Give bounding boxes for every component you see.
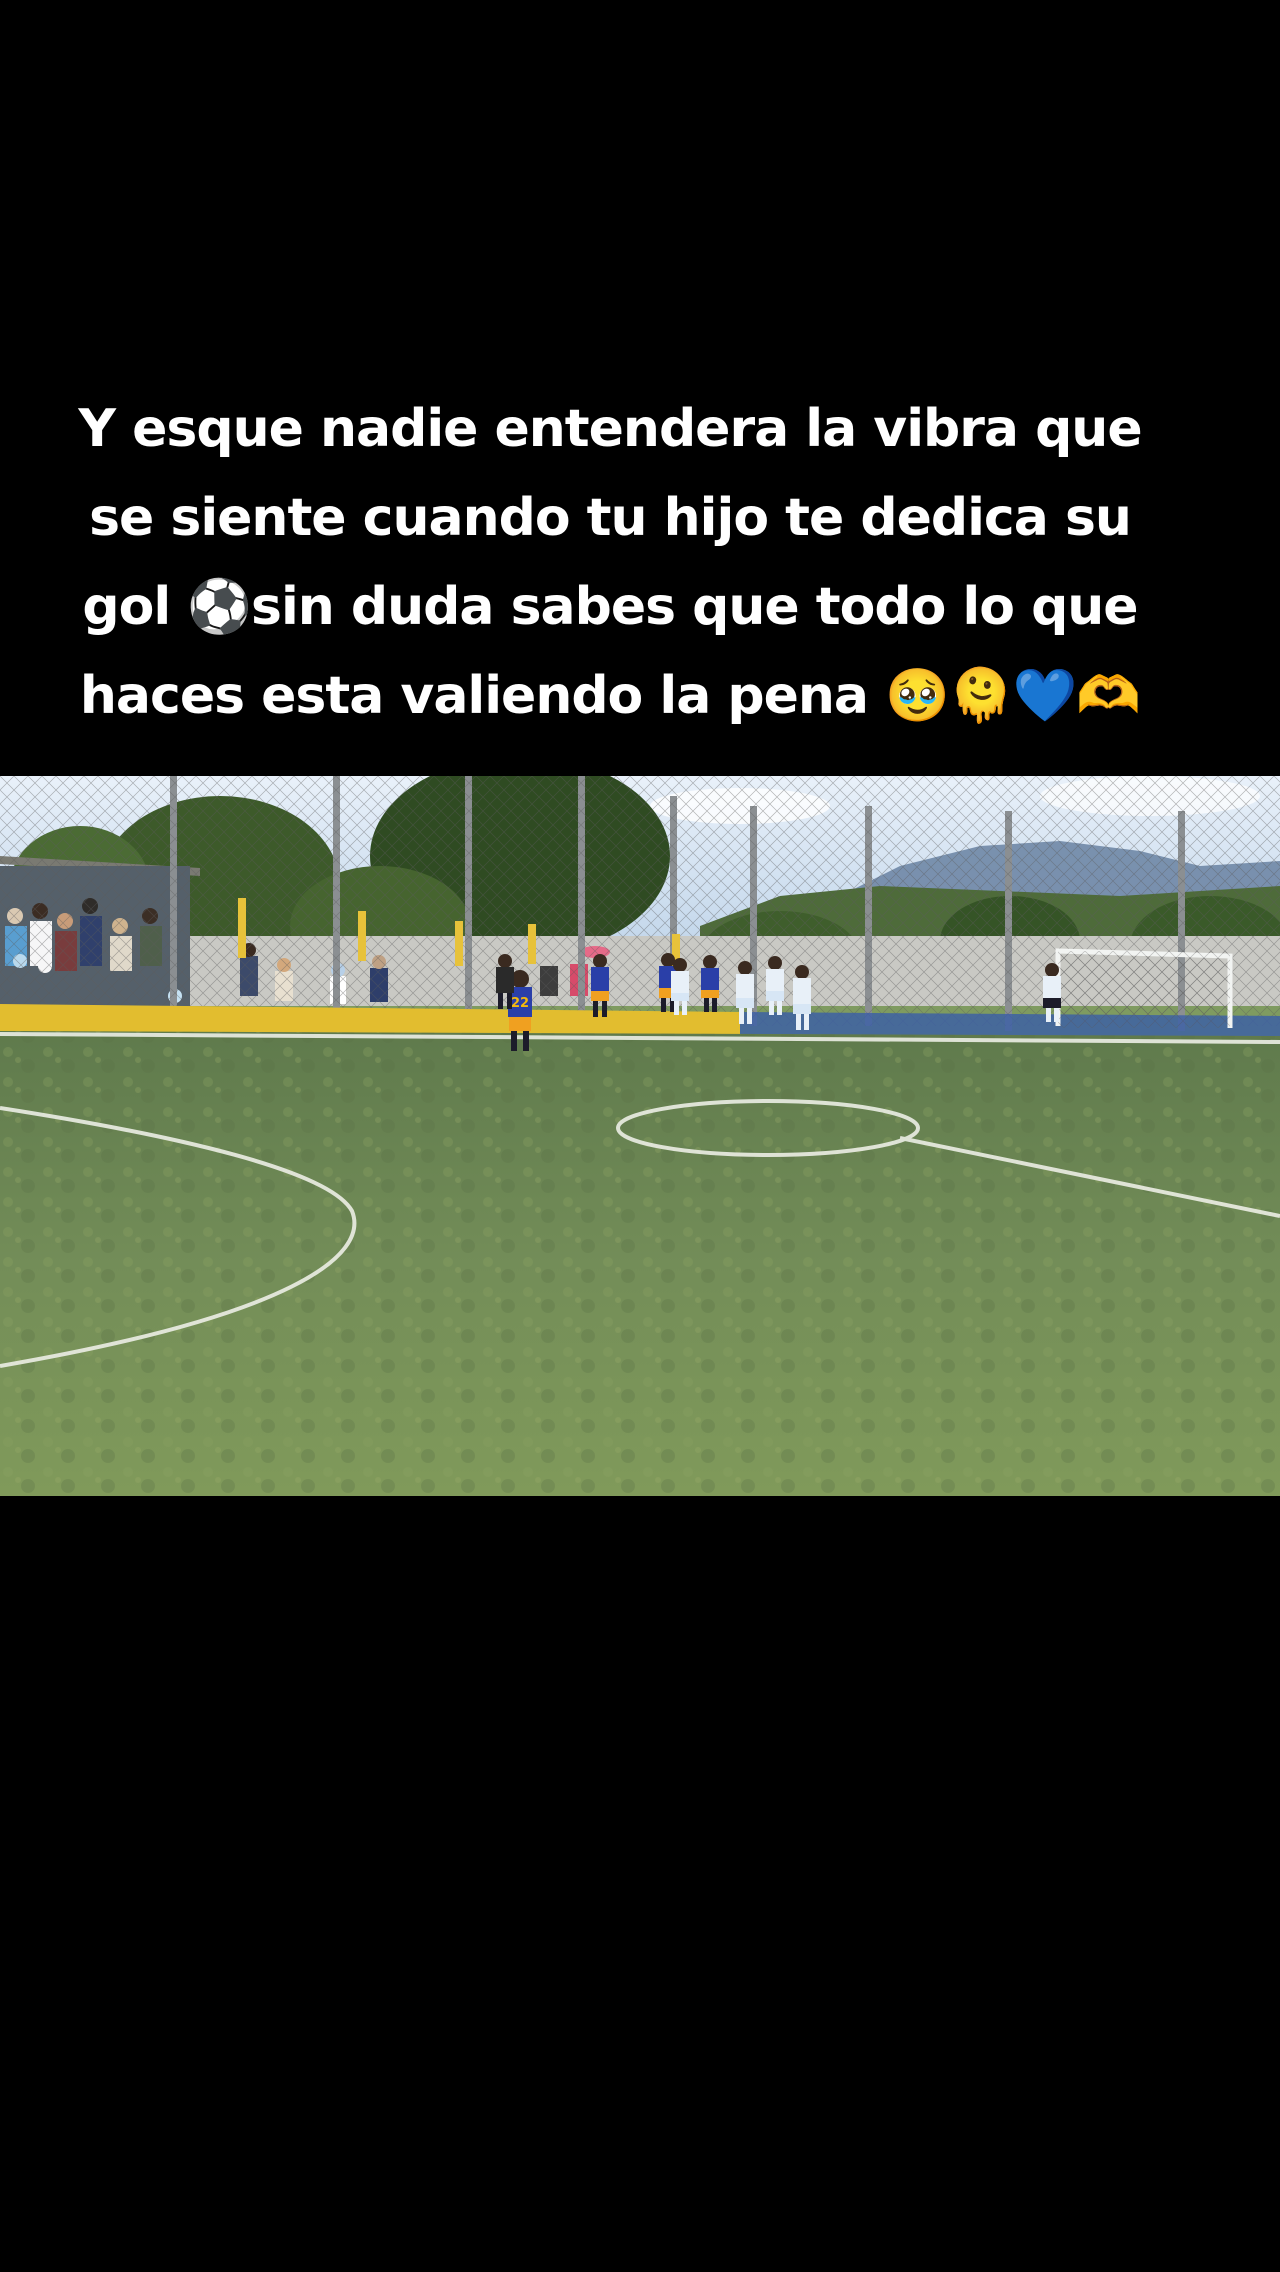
caption-line-2: se siente cuando tu hijo te dedica su bbox=[89, 488, 1132, 548]
video-frame-football-field[interactable]: 22 bbox=[0, 776, 1280, 1496]
caption-line-1: Y esque nadie entendera la vibra que bbox=[78, 399, 1142, 459]
pitch-texture bbox=[0, 1031, 1280, 1496]
video-caption-overlay: Y esque nadie entendera la vibra que se … bbox=[40, 385, 1180, 741]
tiktok-video-screen[interactable]: Y esque nadie entendera la vibra que se … bbox=[0, 0, 1280, 2272]
football-field-scene: 22 bbox=[0, 776, 1280, 1496]
caption-line-4: haces esta valiendo la pena 🥹🫠💙🫶 bbox=[79, 666, 1141, 726]
goal-net-mesh bbox=[1058, 951, 1230, 1028]
player-jersey-number: 22 bbox=[511, 996, 529, 1011]
caption-line-3: gol ⚽sin duda sabes que todo lo que bbox=[82, 577, 1138, 637]
